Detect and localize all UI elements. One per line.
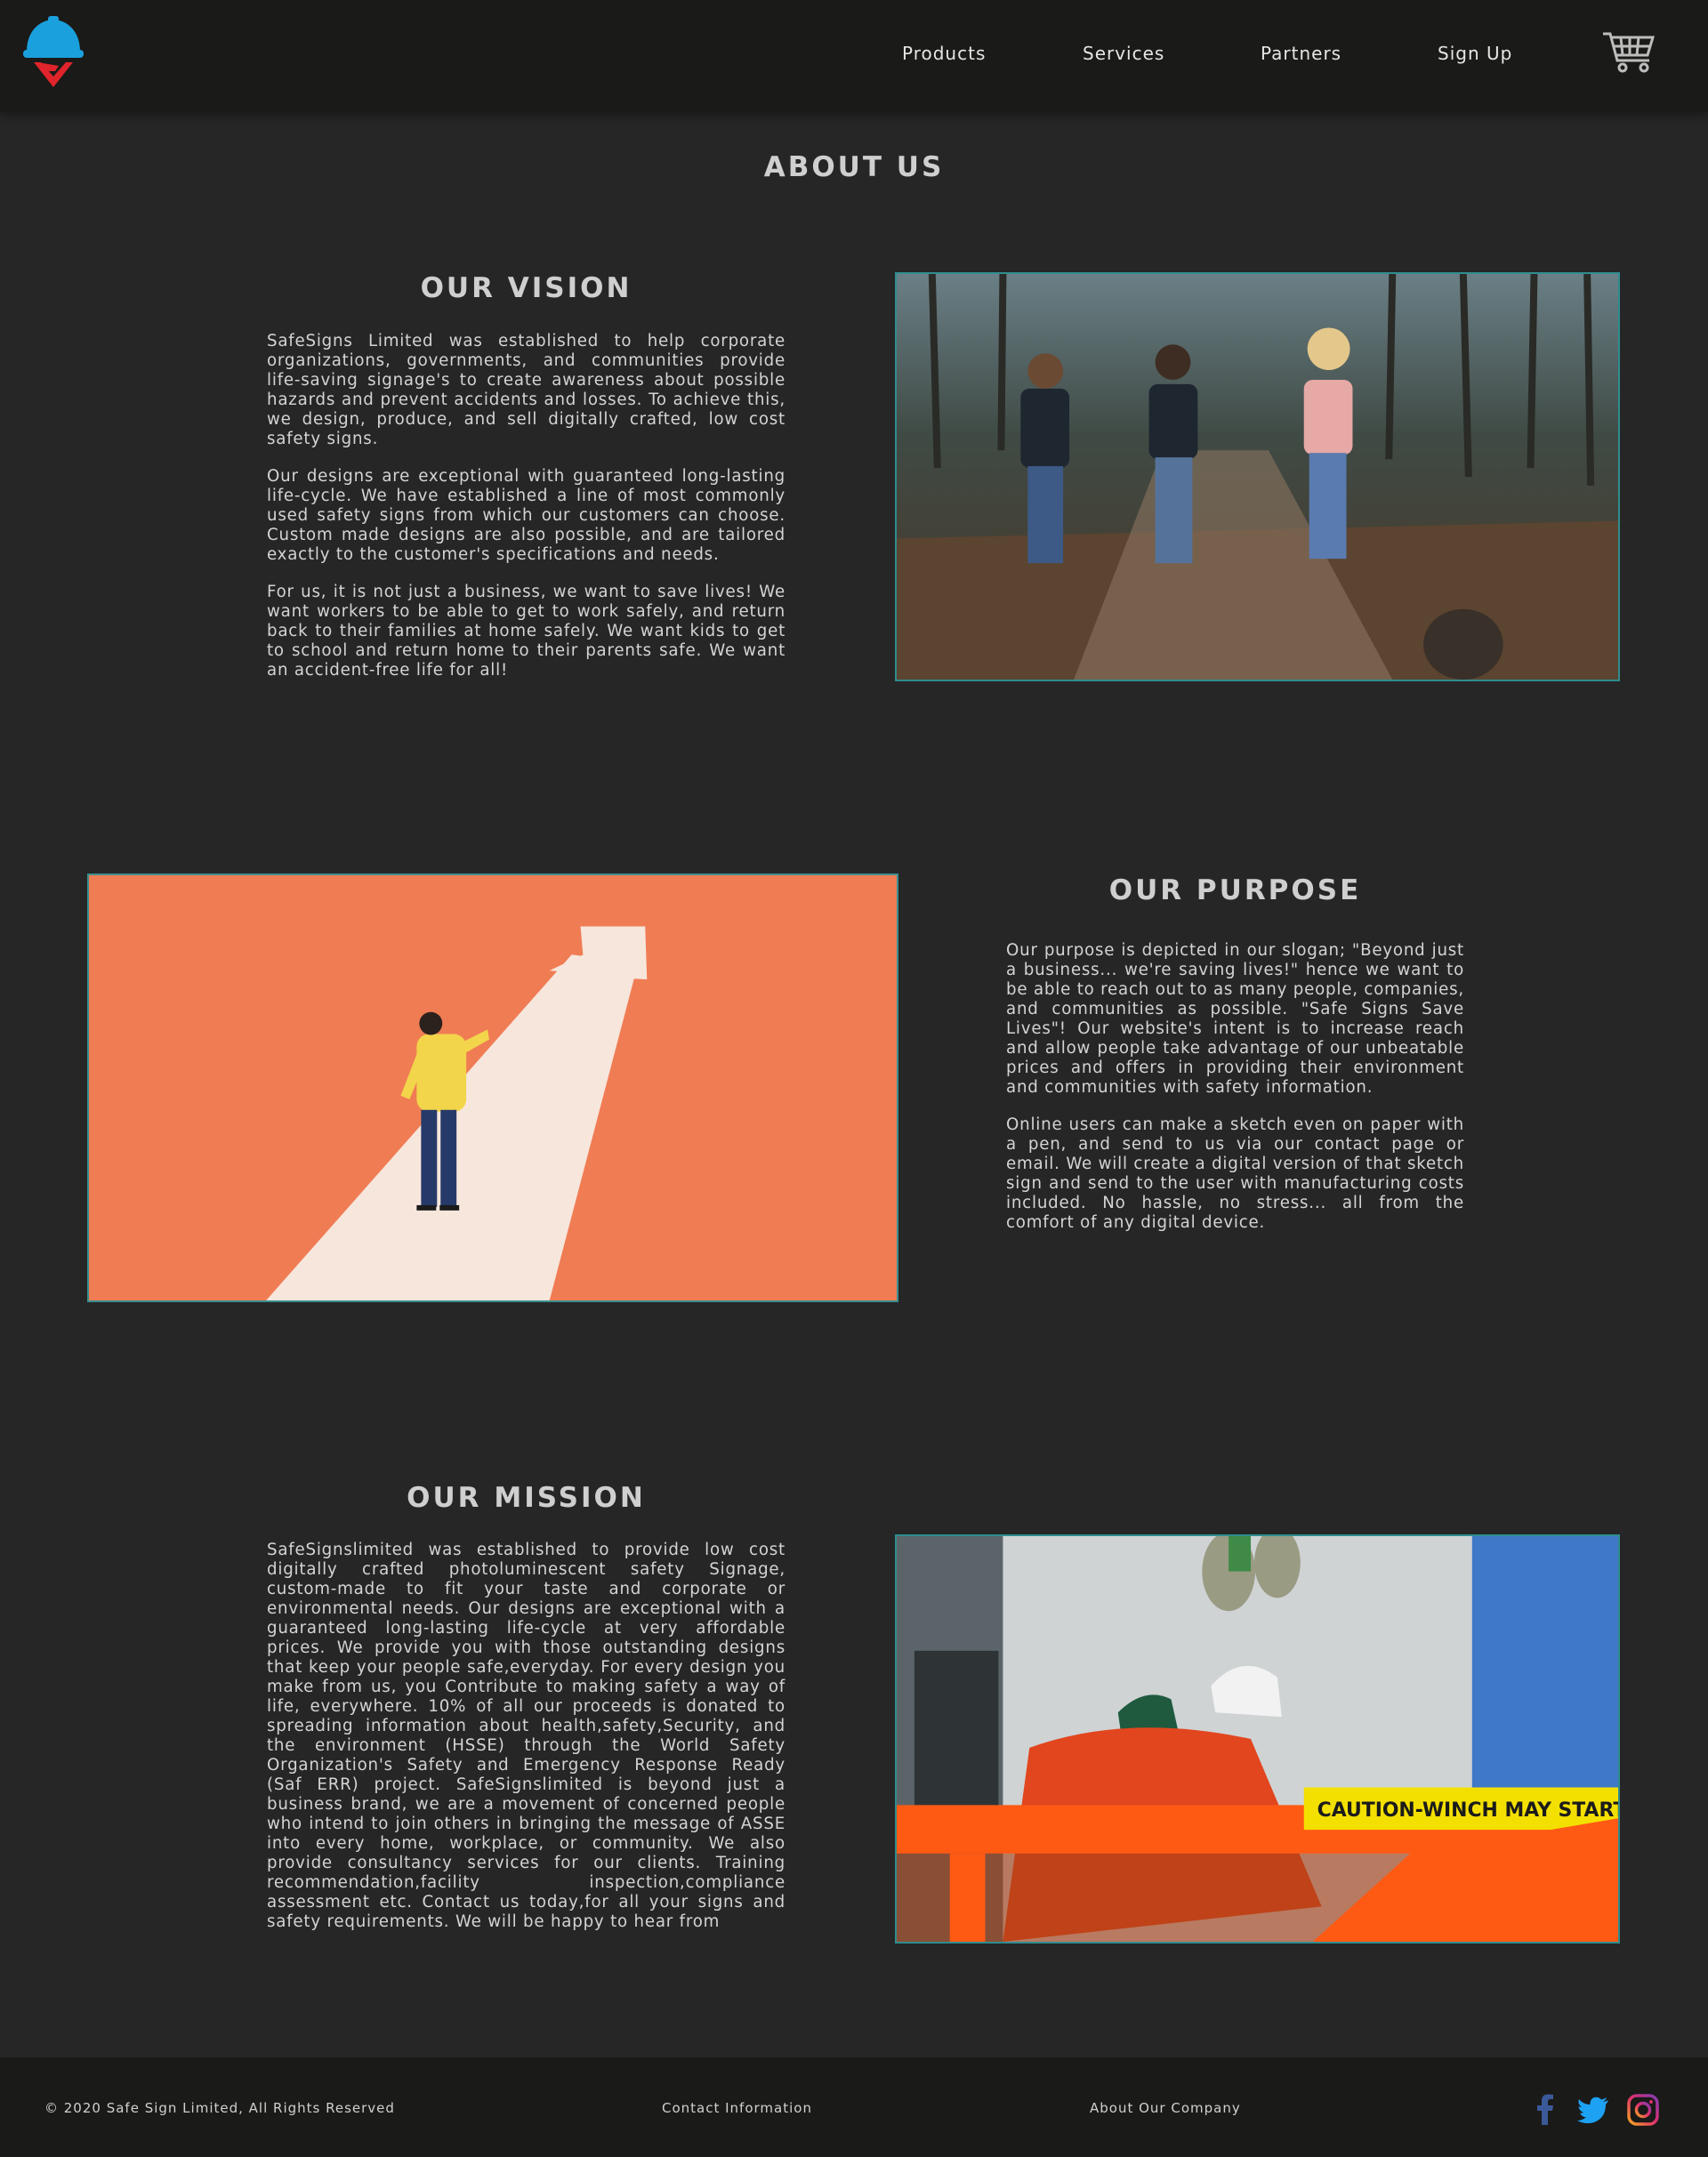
mission-text: SafeSignslimited was established to prov… xyxy=(267,1541,786,1950)
twitter-icon[interactable] xyxy=(1576,2093,1610,2127)
footer-copyright: © 2020 Safe Sign Limited, All Rights Res… xyxy=(44,2100,395,2116)
nav-products-link[interactable]: Products xyxy=(902,43,986,64)
mission-title: OUR MISSION xyxy=(407,1482,646,1514)
caution-banner-text: CAUTION-WINCH MAY START WITHOUT W xyxy=(1317,1799,1618,1822)
shopping-cart-icon[interactable] xyxy=(1601,30,1656,73)
vision-text: SafeSigns Limited was established to hel… xyxy=(267,332,786,698)
footer: © 2020 Safe Sign Limited, All Rights Res… xyxy=(0,2057,1708,2157)
vision-paragraph: For us, it is not just a business, we wa… xyxy=(267,583,786,680)
nav-signup-link[interactable]: Sign Up xyxy=(1438,43,1512,64)
purpose-paragraph: Our purpose is depicted in our slogan; "… xyxy=(1006,941,1464,1097)
vision-image-walking-kids xyxy=(895,272,1620,681)
vision-title: OUR VISION xyxy=(420,272,632,304)
purpose-paragraph: Online users can make a sketch even on p… xyxy=(1006,1115,1464,1232)
nav-services-link[interactable]: Services xyxy=(1083,43,1164,64)
footer-about-link[interactable]: About Our Company xyxy=(1090,2100,1241,2116)
mission-paragraph: SafeSignslimited was established to prov… xyxy=(267,1541,786,1931)
purpose-text: Our purpose is depicted in our slogan; "… xyxy=(1006,941,1464,1251)
purpose-image-arrow-illustration xyxy=(87,873,898,1302)
vision-paragraph: SafeSigns Limited was established to hel… xyxy=(267,332,786,448)
instagram-icon[interactable] xyxy=(1626,2093,1660,2127)
helmet-shield-logo-icon[interactable] xyxy=(23,16,84,89)
facebook-icon[interactable] xyxy=(1528,2093,1562,2127)
page-title: ABOUT US xyxy=(763,151,945,183)
purpose-title: OUR PURPOSE xyxy=(1108,874,1362,906)
footer-contact-link[interactable]: Contact Information xyxy=(662,2100,812,2116)
nav-partners-link[interactable]: Partners xyxy=(1261,43,1341,64)
mission-image-workers: CAUTION-WINCH MAY START WITHOUT W xyxy=(895,1534,1620,1944)
vision-paragraph: Our designs are exceptional with guarant… xyxy=(267,467,786,564)
top-navbar: Products Services Partners Sign Up xyxy=(0,0,1708,112)
